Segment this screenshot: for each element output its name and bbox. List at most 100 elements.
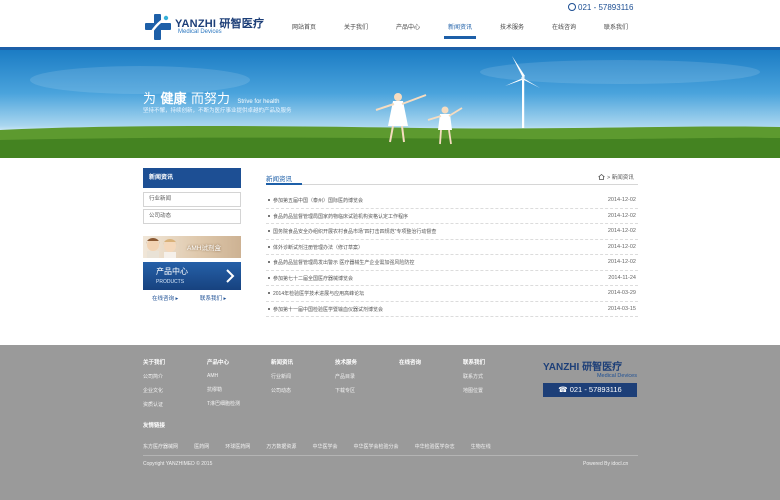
news-item[interactable]: 2014年检验医学技术进展与应用高峰论坛 2014-03-29 bbox=[266, 286, 638, 302]
friend-link[interactable]: 中华医学会检验分会 bbox=[354, 443, 399, 450]
news-item[interactable]: 食品药品监督管理局国家药物临床试验机构资格认定工作程序 2014-12-02 bbox=[266, 209, 638, 224]
footer-link[interactable]: 产品目录 bbox=[335, 373, 357, 380]
footer-column-heading[interactable]: 在线咨询 bbox=[399, 358, 421, 366]
header-phone: 021 - 57893116 bbox=[568, 3, 633, 12]
sidebar-quick-links: 在线咨询 ▸ 联系我们 ▸ bbox=[143, 294, 241, 306]
footer-link[interactable]: 企业文化 bbox=[143, 387, 165, 394]
contact-link[interactable]: 联系我们 ▸ bbox=[200, 294, 226, 302]
friend-link[interactable]: 环球医药网 bbox=[225, 443, 250, 450]
nav-item-news[interactable]: 新闻资讯 bbox=[443, 22, 477, 39]
sidebar-item-company-news[interactable]: 公司动态 bbox=[143, 209, 241, 224]
bullet-icon bbox=[268, 276, 270, 279]
bullet-icon bbox=[268, 261, 270, 263]
chevron-right-icon bbox=[226, 269, 235, 283]
news-item[interactable]: 参加第七十二届全国医疗器械博览会 2014-11-24 bbox=[266, 271, 638, 286]
footer-link[interactable]: AMH bbox=[207, 373, 240, 379]
slogan-post: 而努力 bbox=[190, 91, 230, 106]
news-title[interactable]: 参加第七十二届全国医疗器械博览会 bbox=[273, 275, 353, 282]
slogan-english: Strive for health bbox=[237, 99, 280, 105]
news-item[interactable]: 参加第五届中国（泰州）国际医药博览会 2014-12-02 bbox=[266, 193, 638, 209]
amh-promo-banner[interactable]: AMH试剂盒 bbox=[143, 236, 241, 258]
footer-link[interactable]: 资质认证 bbox=[143, 401, 165, 408]
footer-link[interactable]: 公司动态 bbox=[271, 387, 293, 394]
copyright-text: Copyright YANZHIMED © 2015 bbox=[143, 461, 213, 467]
friend-links: 东方医疗器械网 医药网 环球医药网 万方数据资源 中华医学会 中华医学会检验分会… bbox=[143, 433, 502, 452]
news-item[interactable]: 国务院食品安全办组织开展农村食品市场“四打击四规范”专项整治行动督查 2014-1… bbox=[266, 224, 638, 240]
news-title[interactable]: 食品药品监督管理局国家药物临床试验机构资格认定工作程序 bbox=[273, 213, 408, 220]
footer-phone-number: 021 - 57893116 bbox=[569, 385, 622, 394]
bullet-icon bbox=[268, 307, 270, 310]
nav-item-about[interactable]: 关于我们 bbox=[344, 22, 368, 31]
header-phone-number: 021 - 57893116 bbox=[578, 3, 634, 12]
slogan-pre: 为 bbox=[143, 91, 157, 106]
footer-logo-brand: YANZHI 研智医疗 bbox=[543, 362, 623, 373]
sidebar-title: 新闻资讯 bbox=[143, 168, 241, 188]
footer-link[interactable]: T淋巴细胞检测 bbox=[207, 400, 240, 407]
news-title[interactable]: 2014年检验医学技术进展与应用高峰论坛 bbox=[273, 290, 364, 297]
footer-link[interactable]: 行业新闻 bbox=[271, 373, 293, 380]
phone-icon bbox=[568, 3, 576, 11]
news-date: 2014-12-02 bbox=[607, 228, 636, 234]
friend-link[interactable]: 东方医疗器械网 bbox=[143, 443, 178, 450]
site-header: YANZHI 研智医疗 Medical Devices 021 - 578931… bbox=[0, 0, 780, 50]
site-logo[interactable]: YANZHI 研智医疗 Medical Devices bbox=[143, 12, 264, 44]
friend-link[interactable]: 生物在线 bbox=[471, 443, 491, 450]
news-date: 2014-12-02 bbox=[607, 197, 636, 203]
friend-link[interactable]: 万方数据资源 bbox=[266, 443, 296, 450]
bullet-icon bbox=[268, 199, 270, 201]
nav-item-contact[interactable]: 联系我们 bbox=[604, 22, 628, 31]
friend-link[interactable]: 医药网 bbox=[194, 443, 209, 450]
footer-column-heading[interactable]: 技术服务 bbox=[335, 358, 357, 366]
news-date: 2014-03-15 bbox=[607, 305, 636, 312]
news-title[interactable]: 国务院食品安全办组织开展农村食品市场“四打击四规范”专项整治行动督查 bbox=[273, 228, 436, 235]
site-footer: 关于我们 公司简介 企业文化 资质认证 产品中心 AMH 抗缪勒 T淋巴细胞检测… bbox=[0, 345, 780, 500]
footer-logo: YANZHI 研智医疗 Medical Devices ☎ 021 - 5789… bbox=[543, 358, 639, 397]
footer-link[interactable]: 地图位置 bbox=[463, 387, 485, 394]
news-item[interactable]: 体外诊断试剂注册管理办法（修订草案） 2014-12-02 bbox=[266, 240, 638, 255]
footer-logo-subtitle: Medical Devices bbox=[596, 373, 637, 379]
footer-column-heading[interactable]: 新闻资讯 bbox=[271, 358, 293, 366]
news-title[interactable]: 参加第五届中国（泰州）国际医药博览会 bbox=[273, 197, 363, 204]
nav-item-products[interactable]: 产品中心 bbox=[396, 22, 420, 31]
footer-column-contact: 联系我们 联系方式 地图位置 bbox=[463, 358, 485, 401]
products-promo-subtitle: PRODUCTS bbox=[156, 279, 185, 285]
banner-slogan: 为 健康 而努力 Strive for health bbox=[143, 88, 279, 108]
people-photo-illustration bbox=[146, 238, 177, 258]
news-date: 2014-12-02 bbox=[607, 259, 636, 265]
footer-link[interactable]: 公司简介 bbox=[143, 373, 165, 380]
friend-link[interactable]: 中华医学会 bbox=[312, 443, 337, 450]
products-promo-banner[interactable]: 产品中心 PRODUCTS bbox=[143, 262, 241, 290]
news-item[interactable]: 食品药品监督管理局发出警示 医疗器械生产企业需加强风险防控 2014-12-02 bbox=[266, 255, 638, 271]
nav-item-tech-service[interactable]: 技术服务 bbox=[500, 22, 524, 31]
nav-item-consult[interactable]: 在线咨询 bbox=[552, 22, 576, 31]
news-title[interactable]: 体外诊断试剂注册管理办法（修订草案） bbox=[273, 244, 363, 251]
friend-links-title: 友情链接 bbox=[143, 423, 166, 429]
powered-by-text[interactable]: Powered By idocl.cn bbox=[583, 461, 628, 467]
amh-promo-label: AMH试剂盒 bbox=[187, 245, 221, 252]
consult-link[interactable]: 在线咨询 ▸ bbox=[152, 294, 178, 302]
news-title[interactable]: 参加第十一届中国检验医学暨输血仪器试剂博览会 bbox=[273, 306, 383, 313]
footer-column-heading[interactable]: 关于我们 bbox=[143, 358, 165, 366]
news-item[interactable]: 参加第十一届中国检验医学暨输血仪器试剂博览会 2014-03-15 bbox=[266, 302, 638, 317]
footer-link[interactable]: 抗缪勒 bbox=[207, 386, 240, 393]
home-icon[interactable] bbox=[598, 174, 605, 180]
sidebar-item-industry-news[interactable]: 行业新闻 bbox=[143, 192, 241, 207]
logo-subtitle: Medical Devices bbox=[178, 29, 222, 35]
breadcrumb: > 新闻资讯 bbox=[598, 173, 634, 181]
news-title[interactable]: 食品药品监督管理局发出警示 医疗器械生产企业需加强风险防控 bbox=[273, 259, 414, 266]
footer-column-consult: 在线咨询 bbox=[399, 358, 421, 373]
sidebar-menu: 行业新闻 公司动态 bbox=[143, 192, 241, 226]
footer-link[interactable]: 联系方式 bbox=[463, 373, 485, 380]
breadcrumb-current[interactable]: > 新闻资讯 bbox=[607, 175, 634, 181]
bullet-icon bbox=[268, 292, 270, 294]
footer-column-heading[interactable]: 联系我们 bbox=[463, 358, 485, 366]
page-title: 新闻资讯 bbox=[266, 176, 292, 183]
footer-column-tech: 技术服务 产品目录 下载专区 bbox=[335, 358, 357, 401]
bullet-icon bbox=[268, 230, 270, 232]
nav-item-home[interactable]: 网站首页 bbox=[292, 22, 316, 31]
footer-column-heading[interactable]: 产品中心 bbox=[207, 358, 240, 366]
footer-link[interactable]: 下载专区 bbox=[335, 387, 357, 394]
news-date: 2014-12-02 bbox=[607, 243, 636, 250]
phone-icon: ☎ bbox=[558, 385, 570, 394]
friend-link[interactable]: 中华检验医学杂志 bbox=[415, 443, 455, 450]
